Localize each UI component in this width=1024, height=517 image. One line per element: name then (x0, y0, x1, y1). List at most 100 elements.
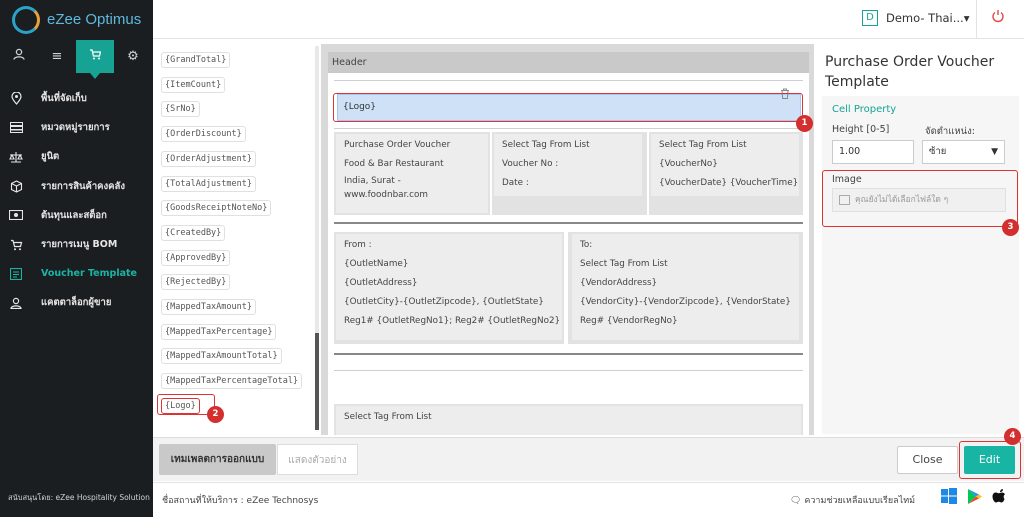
sidebar-item-inventory[interactable]: รายการสินค้าคงคลัง (0, 172, 153, 201)
close-button[interactable]: Close (897, 446, 958, 474)
cell-voucher-values[interactable]: Select Tag From List {VoucherNo} {Vouche… (651, 134, 799, 196)
sidebar-nav: พื้นที่จัดเก็บ หมวดหมู่รายการ ยูนิต รายก… (0, 84, 153, 318)
sidebar-item-bom[interactable]: รายการเมนู BOM (0, 230, 153, 259)
cell-line: Select Tag From List (580, 259, 668, 269)
tag-item[interactable]: {ApprovedBy} (161, 249, 231, 266)
section-header: Header (328, 52, 809, 73)
live-help-link[interactable]: 🗨 ความช่วยเหลือแบบเรียลไทม์ (790, 493, 915, 507)
sidebar-item-label: Voucher Template (41, 268, 137, 280)
sidebar-footer: สนับสนุนโดย: eZee Hospitality Solution (8, 493, 150, 502)
sidebar-item-label: แคตตาล็อกผู้ขาย (41, 297, 112, 309)
cell-line: Food & Bar Restaurant (344, 159, 444, 169)
tag-item[interactable]: {ItemCount} (161, 76, 226, 93)
cell-voucher-labels[interactable]: Select Tag From List Voucher No : Date : (494, 134, 642, 196)
apple-icon[interactable] (992, 488, 1010, 506)
location-pin-icon (9, 92, 23, 106)
divider (334, 353, 803, 355)
box-icon (9, 179, 23, 193)
settings-icon[interactable]: ⚙ (114, 40, 152, 73)
top-bar: D Demo- Thai...▾ (153, 0, 1024, 39)
logo-icon (12, 6, 40, 34)
live-help-label: ความช่วยเหลือแบบเรียลไทม์ (804, 496, 916, 506)
highlight-logo-cell (333, 93, 803, 122)
image-icon (839, 195, 850, 205)
cell-line: India, Surat - (344, 176, 401, 186)
scrollbar-thumb[interactable] (315, 333, 319, 430)
sidebar-item-vendor-catalog[interactable]: แคตตาล็อกผู้ขาย (0, 288, 153, 317)
divider (334, 128, 803, 129)
app-name: eZee Optimus (47, 11, 142, 28)
cell-line: {OutletName} (344, 259, 409, 269)
tag-item[interactable]: {TotalAdjustment} (161, 175, 256, 192)
height-input[interactable]: 1.00 (832, 140, 914, 164)
cell-line: From : (344, 240, 372, 250)
step-marker-2: 2 (207, 406, 224, 423)
cell-line: To: (580, 240, 593, 250)
tag-item[interactable]: {OrderAdjustment} (161, 150, 256, 167)
tag-item[interactable]: {SrNo} (161, 101, 200, 118)
cell-line: Reg1# {OutletRegNo1}; Reg2# {OutletRegNo… (344, 316, 561, 326)
height-label: Height [0-5] (832, 124, 890, 135)
cell-line: {VoucherDate} {VoucherTime} (659, 178, 799, 188)
cell-line: Voucher No : (502, 159, 559, 169)
image-file-input[interactable]: คุณยังไม่ได้เลือกไฟล์ใด ๆ (832, 188, 1006, 212)
cell-to[interactable]: To: Select Tag From List {VendorAddress}… (572, 234, 799, 340)
cell-line: www.foodnbar.com (344, 190, 428, 200)
divider (334, 222, 803, 224)
sidebar-item-storage[interactable]: พื้นที่จัดเก็บ (0, 84, 153, 113)
sidebar-tabs: ≡ ⚙ (0, 40, 153, 79)
height-value: 1.00 (839, 146, 861, 157)
cell-property-heading: Cell Property (832, 104, 897, 115)
sidebar-item-label: ต้นทุนและสต็อก (41, 209, 107, 221)
vendor-icon (9, 296, 23, 310)
cell-line: Select Tag From List (659, 140, 747, 150)
sidebar-item-label: รายการสินค้าคงคลัง (41, 180, 125, 192)
cart-icon[interactable] (76, 40, 114, 79)
cell-footer-select[interactable]: Select Tag From List (336, 406, 801, 435)
tag-item[interactable]: {GrandTotal} (161, 52, 231, 68)
cell-line: Select Tag From List (344, 412, 432, 422)
tag-item[interactable]: {MappedTaxPercentageTotal} (161, 373, 303, 390)
cell-from[interactable]: From : {OutletName} {OutletAddress} {Out… (336, 234, 562, 340)
tag-item[interactable]: {GoodsReceiptNoteNo} (161, 200, 272, 217)
align-label: จัดตำแหน่ง: (925, 126, 975, 137)
cell-line: {VendorAddress} (580, 278, 658, 288)
tag-item[interactable]: {MappedTaxAmount} (161, 299, 256, 315)
tag-item[interactable]: {MappedTaxAmountTotal} (161, 348, 282, 365)
sidebar-item-units[interactable]: ยูนิต (0, 142, 153, 171)
tag-item[interactable]: {CreatedBy} (161, 224, 226, 241)
edit-button[interactable]: Edit (964, 446, 1015, 474)
sidebar-item-label: ยูนิต (41, 151, 60, 163)
tab-preview[interactable]: แสดงตัวอย่าง (277, 444, 358, 475)
align-select[interactable]: ซ้าย ▼ (922, 140, 1005, 164)
user-icon[interactable] (0, 40, 38, 73)
app-logo[interactable]: eZee Optimus (0, 0, 153, 40)
google-play-icon[interactable] (967, 488, 985, 506)
property-selector[interactable]: Demo- Thai...▾ (886, 11, 969, 25)
sidebar-item-categories[interactable]: หมวดหมู่รายการ (0, 113, 153, 142)
step-marker-4: 4 (1004, 428, 1021, 445)
cell-line: Purchase Order Voucher (344, 140, 451, 150)
property-badge: D (862, 10, 878, 26)
cell-line: Reg# {VendorRegNo} (580, 316, 678, 326)
tag-item[interactable]: {RejectedBy} (161, 274, 231, 291)
chevron-down-icon: ▼ (991, 147, 998, 157)
cart-icon (9, 238, 23, 252)
sidebar-item-cost-stock[interactable]: ต้นทุนและสต็อก (0, 201, 153, 230)
divider (976, 0, 977, 39)
tab-design-template[interactable]: เทมเพลตการออกแบบ (159, 444, 276, 475)
power-icon[interactable] (991, 8, 1005, 27)
category-icon (9, 121, 23, 135)
cell-line: {VoucherNo} (659, 159, 718, 169)
scale-icon (9, 150, 23, 164)
cell-company[interactable]: Purchase Order Voucher Food & Bar Restau… (336, 134, 488, 213)
chat-icon: 🗨 (790, 496, 802, 506)
step-marker-3: 3 (1002, 219, 1019, 236)
menu-icon[interactable]: ≡ (38, 40, 76, 73)
sidebar-item-voucher-template[interactable]: Voucher Template (0, 259, 153, 288)
windows-icon[interactable] (941, 488, 959, 506)
divider (334, 370, 803, 371)
tag-item[interactable]: {OrderDiscount} (161, 126, 246, 143)
cash-icon (9, 208, 23, 222)
tag-item[interactable]: {MappedTaxPercentage} (161, 323, 277, 340)
